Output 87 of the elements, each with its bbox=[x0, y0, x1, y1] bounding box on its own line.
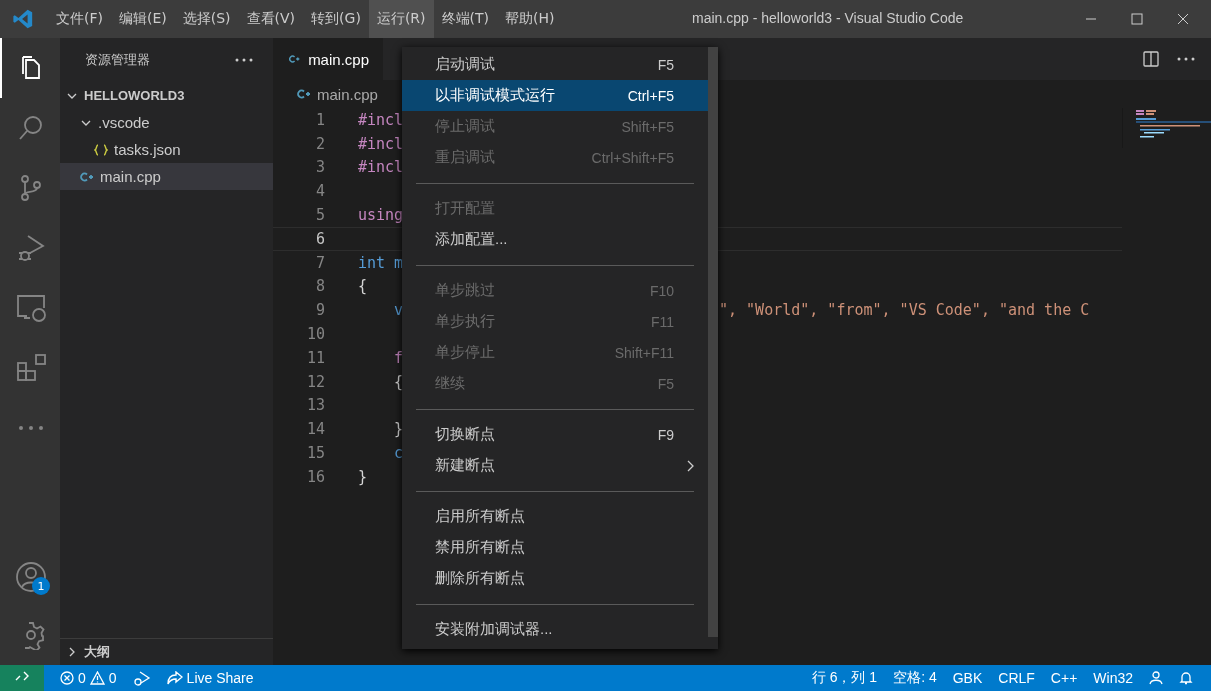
line-number: 5 bbox=[314, 206, 325, 225]
warning-icon bbox=[89, 671, 105, 685]
status-item[interactable]: 空格: 4 bbox=[893, 669, 937, 687]
menu-title[interactable]: 选择(S) bbox=[174, 0, 239, 38]
line-number: 6 bbox=[314, 229, 325, 248]
code-text: int m bbox=[358, 253, 404, 272]
panel-title: 资源管理器 bbox=[85, 51, 150, 69]
code-text: #incl bbox=[358, 134, 404, 153]
code-text: { bbox=[358, 277, 368, 296]
menu-item[interactable]: 启用所有断点 bbox=[402, 501, 708, 532]
more-icon[interactable] bbox=[235, 58, 253, 62]
line-number: 11 bbox=[305, 348, 325, 367]
menu-item[interactable]: 以非调试模式运行 Ctrl+F5 bbox=[402, 80, 708, 111]
search-icon[interactable] bbox=[17, 114, 45, 142]
person-icon[interactable] bbox=[1149, 671, 1163, 685]
cpp-file-icon bbox=[80, 170, 94, 183]
error-icon bbox=[60, 671, 74, 685]
extensions-icon[interactable] bbox=[16, 353, 46, 383]
app-logo-icon bbox=[12, 8, 34, 30]
code-text: using bbox=[358, 206, 404, 225]
menu-item[interactable]: 安装附加调试器... bbox=[402, 614, 708, 645]
menu-item[interactable]: 启动调试 F5 bbox=[402, 49, 708, 80]
line-number: 12 bbox=[305, 372, 325, 391]
breadcrumb-item[interactable]: main.cpp bbox=[317, 85, 378, 103]
line-number: 8 bbox=[314, 277, 325, 296]
line-number: 14 bbox=[305, 420, 325, 439]
more-icon[interactable] bbox=[1177, 57, 1195, 61]
line-number: 9 bbox=[314, 301, 325, 320]
remote-monitor-icon[interactable] bbox=[16, 294, 46, 322]
close-icon[interactable] bbox=[1177, 13, 1189, 25]
editor-tab[interactable]: main.cpp bbox=[273, 38, 383, 80]
line-number: 13 bbox=[305, 396, 325, 415]
tree-item[interactable]: .vscode bbox=[60, 109, 273, 136]
code-text: f bbox=[393, 348, 404, 367]
line-number: 2 bbox=[314, 134, 325, 153]
split-editor-icon[interactable] bbox=[1143, 51, 1159, 67]
code-text: c bbox=[393, 444, 404, 463]
notification-badge: 1 bbox=[32, 577, 50, 595]
status-item[interactable]: Win32 bbox=[1093, 670, 1133, 686]
menu-item[interactable]: 新建断点 bbox=[402, 450, 708, 481]
code-text: #incl bbox=[358, 158, 404, 177]
status-item[interactable]: 行 6，列 1 bbox=[811, 669, 878, 687]
line-number: 10 bbox=[305, 325, 325, 344]
code-text: { bbox=[393, 372, 404, 391]
share-arrow-icon bbox=[166, 671, 183, 685]
line-number: 15 bbox=[305, 444, 325, 463]
run-debug-icon[interactable] bbox=[16, 233, 46, 263]
code-text: } bbox=[393, 420, 404, 439]
live-share-button[interactable]: Live Share bbox=[166, 670, 254, 686]
menu-item[interactable]: 添加配置... bbox=[402, 224, 708, 255]
menu-item[interactable]: 切换断点 F9 bbox=[402, 419, 708, 450]
menu-title[interactable]: 编辑(E) bbox=[111, 0, 175, 38]
menu-title[interactable]: 文件(F) bbox=[48, 0, 111, 38]
code-text: ", "World", "from", "VS Code", "and the C bbox=[719, 301, 1090, 320]
code-text: #incl bbox=[358, 110, 404, 129]
code-text: v bbox=[393, 301, 404, 320]
line-number: 16 bbox=[305, 467, 325, 486]
debug-run-icon[interactable] bbox=[132, 670, 151, 686]
menu-title[interactable]: 帮助(H) bbox=[497, 0, 563, 38]
window-title: main.cpp - helloworld3 - Visual Studio Code bbox=[692, 10, 964, 26]
tree-item[interactable]: HELLOWORLD3 bbox=[60, 82, 273, 109]
menu-title[interactable]: 查看(V) bbox=[238, 0, 304, 38]
tree-item[interactable]: tasks.json bbox=[60, 136, 273, 163]
braces-icon bbox=[94, 143, 108, 156]
bell-icon[interactable] bbox=[1179, 671, 1193, 685]
cpp-file-icon bbox=[289, 53, 301, 65]
menu-title[interactable]: 转到(G) bbox=[303, 0, 369, 38]
line-number: 7 bbox=[314, 253, 325, 272]
menu-item[interactable]: 删除所有断点 bbox=[402, 563, 708, 594]
code-text: } bbox=[358, 467, 368, 486]
line-number: 1 bbox=[314, 110, 325, 129]
status-item[interactable]: C++ bbox=[1050, 670, 1078, 686]
chevron-icon bbox=[686, 459, 694, 472]
scrollbar[interactable] bbox=[708, 47, 718, 637]
line-number: 4 bbox=[314, 182, 325, 201]
maximize-icon[interactable] bbox=[1131, 13, 1143, 25]
status-item[interactable]: CRLF bbox=[998, 670, 1035, 686]
remote-button[interactable] bbox=[0, 665, 44, 691]
tree-item[interactable]: main.cpp bbox=[60, 163, 273, 190]
status-item[interactable]: GBK bbox=[952, 670, 983, 686]
menu-item[interactable]: 禁用所有断点 bbox=[402, 532, 708, 563]
line-number: 3 bbox=[314, 158, 325, 177]
menu-title[interactable]: 运行(R) bbox=[368, 0, 434, 38]
account-icon[interactable] bbox=[15, 561, 47, 593]
menu-title[interactable]: 终端(T) bbox=[433, 0, 497, 38]
problems-button[interactable]: 0 0 bbox=[60, 670, 117, 686]
cpp-file-icon bbox=[297, 88, 311, 100]
